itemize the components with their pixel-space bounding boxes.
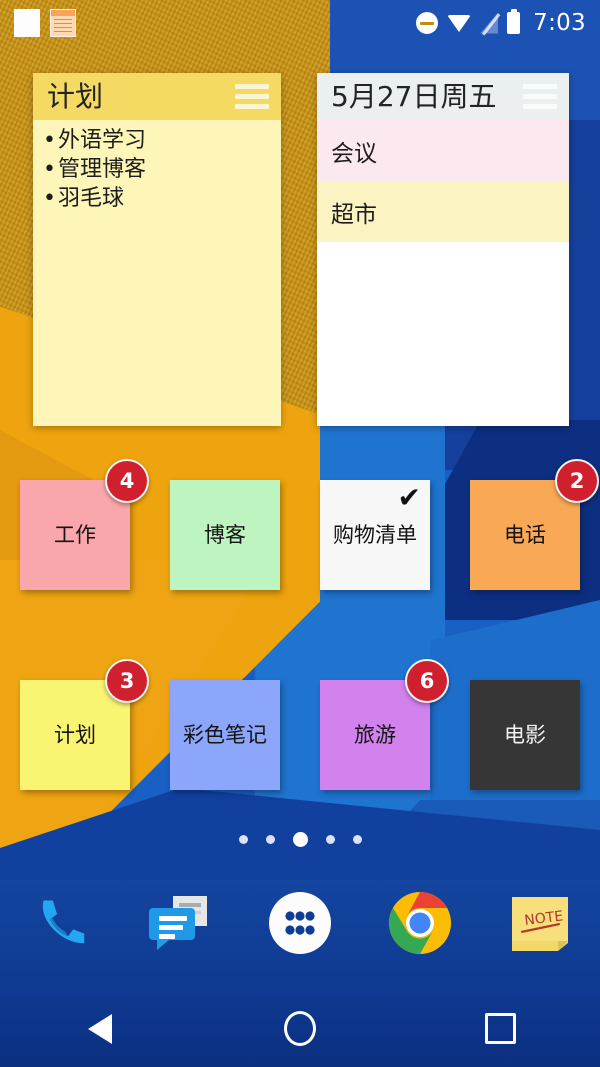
widget-plan[interactable]: 计划 外语学习 管理博客 羽毛球	[33, 73, 281, 426]
widget-calendar-header: 5月27日周五	[317, 73, 569, 120]
app-label: 电影	[504, 722, 546, 747]
status-badge: 6	[405, 659, 449, 703]
app-label: 博客	[204, 522, 246, 547]
hamburger-icon[interactable]	[523, 84, 557, 109]
hamburger-icon[interactable]	[235, 84, 269, 109]
app-grid-row: 计划 3 彩色笔记 旅游 6 电影	[0, 659, 600, 880]
widget-plan-header: 计划	[33, 73, 281, 120]
blank-note-icon	[14, 9, 40, 37]
back-icon	[88, 1013, 112, 1044]
page-dot-active[interactable]	[292, 832, 308, 847]
lined-note-icon	[50, 9, 76, 37]
app-cell: 博客	[150, 480, 300, 680]
list-item[interactable]: 外语学习	[43, 126, 281, 155]
app-cell: 电话 2	[450, 459, 600, 680]
app-tile-phone-note[interactable]: 电话 2	[470, 459, 599, 590]
signal-off-icon	[480, 13, 498, 34]
list-item[interactable]: 羽毛球	[43, 184, 281, 213]
android-home-screen: 7:03 计划 外语学习 管理博客 羽毛球 5月27日周五 会议 超市	[0, 0, 600, 1067]
dock: NOTE	[0, 868, 600, 978]
page-dot[interactable]	[265, 835, 275, 844]
navigation-bar	[0, 990, 600, 1067]
messages-icon[interactable]	[147, 892, 213, 954]
app-tile-travel[interactable]: 旅游 6	[320, 659, 449, 790]
app-label: 彩色笔记	[183, 722, 267, 747]
status-notifications	[0, 9, 76, 37]
status-badge: 2	[555, 459, 599, 503]
page-dot[interactable]	[325, 835, 335, 844]
dock-cell	[360, 890, 480, 956]
status-clock: 7:03	[533, 10, 586, 36]
status-bar[interactable]: 7:03	[0, 0, 600, 46]
app-grid: 工作 4 博客 ✔ 购物清单 电话 2 计划 3 彩色笔记 旅游 6 电影	[0, 459, 600, 880]
app-tile-shopping-list[interactable]: ✔ 购物清单	[320, 480, 430, 590]
page-indicator	[0, 832, 600, 847]
page-dot[interactable]	[352, 835, 362, 844]
widget-plan-title: 计划	[47, 79, 104, 113]
recents-icon	[484, 1013, 516, 1044]
app-label: 计划	[54, 722, 96, 747]
do-not-disturb-icon	[416, 12, 439, 34]
status-badge: 3	[105, 659, 149, 703]
app-tile-plan[interactable]: 计划 3	[20, 659, 149, 790]
app-tile-movie[interactable]: 电影	[470, 680, 580, 790]
status-badge: 4	[105, 459, 149, 503]
app-cell: 旅游 6	[300, 659, 450, 880]
app-label: 旅游	[354, 722, 396, 747]
app-cell: 电影	[450, 680, 600, 880]
widget-calendar-title: 5月27日周五	[331, 79, 497, 113]
app-cell: 计划 3	[0, 659, 150, 880]
list-item[interactable]: 超市	[317, 181, 569, 242]
dock-cell	[0, 892, 120, 954]
recents-button[interactable]	[400, 1013, 600, 1044]
note-icon[interactable]: NOTE	[508, 891, 572, 955]
app-label: 工作	[54, 522, 96, 547]
dock-cell	[240, 890, 360, 956]
checkmark-icon: ✔	[397, 481, 421, 514]
home-button[interactable]	[200, 1011, 400, 1046]
page-dot[interactable]	[238, 835, 248, 844]
widget-plan-body: 外语学习 管理博客 羽毛球	[33, 120, 281, 213]
dock-cell: NOTE	[480, 891, 600, 955]
phone-icon[interactable]	[29, 892, 91, 954]
chrome-icon[interactable]	[387, 890, 453, 956]
widget-calendar[interactable]: 5月27日周五 会议 超市	[317, 73, 569, 426]
list-item[interactable]: 管理博客	[43, 155, 281, 184]
app-grid-row: 工作 4 博客 ✔ 购物清单 电话 2	[0, 459, 600, 680]
app-cell: ✔ 购物清单	[300, 480, 450, 680]
app-label: 购物清单	[333, 522, 417, 547]
app-drawer-icon[interactable]	[267, 890, 333, 956]
list-item[interactable]: 会议	[317, 120, 569, 181]
back-button[interactable]	[0, 1013, 200, 1044]
home-icon	[284, 1011, 316, 1046]
battery-icon	[507, 9, 521, 34]
app-tile-color-notes[interactable]: 彩色笔记	[170, 680, 280, 790]
app-tile-blog[interactable]: 博客	[170, 480, 280, 590]
status-system-icons: 7:03	[416, 9, 600, 36]
app-cell: 工作 4	[0, 459, 150, 680]
wifi-icon	[447, 14, 472, 32]
app-label: 电话	[504, 522, 546, 547]
app-cell: 彩色笔记	[150, 680, 300, 880]
dock-cell	[120, 892, 240, 954]
app-tile-work[interactable]: 工作 4	[20, 459, 149, 590]
